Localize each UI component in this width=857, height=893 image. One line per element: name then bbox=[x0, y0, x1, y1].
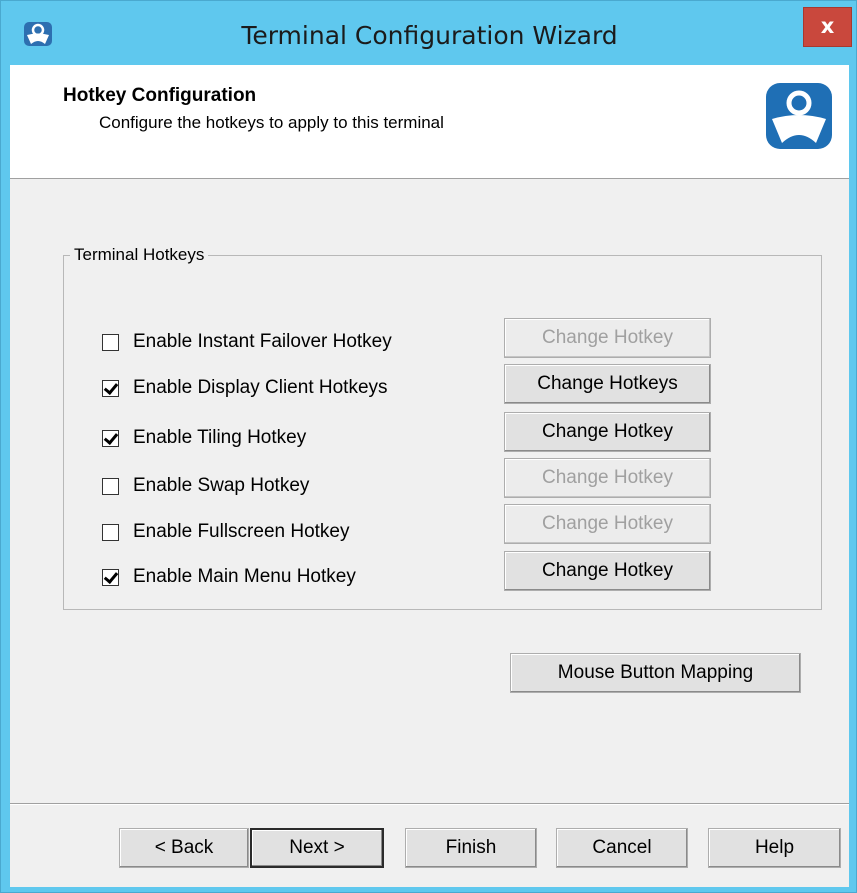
checkbox-label: Enable Fullscreen Hotkey bbox=[133, 521, 350, 542]
cancel-button[interactable]: Cancel bbox=[556, 828, 688, 868]
finish-button[interactable]: Finish bbox=[405, 828, 537, 868]
main-menu-checkbox[interactable] bbox=[102, 568, 119, 586]
fullscreen-checkbox[interactable] bbox=[102, 523, 119, 541]
change-display-client-hotkeys-button[interactable]: Change Hotkeys bbox=[504, 364, 711, 404]
checkbox-label: Enable Tiling Hotkey bbox=[133, 427, 307, 448]
page-title: Hotkey Configuration bbox=[63, 85, 257, 106]
wizard-window: Terminal Configuration Wizard x Hotkey C… bbox=[0, 0, 857, 893]
checkbox-label: Enable Main Menu Hotkey bbox=[133, 566, 356, 587]
display-client-checkbox-row[interactable]: Enable Display Client Hotkeys bbox=[102, 376, 388, 400]
help-button[interactable]: Help bbox=[708, 828, 841, 868]
window-title: Terminal Configuration Wizard bbox=[241, 21, 618, 50]
back-button[interactable]: < Back bbox=[119, 828, 249, 868]
tiling-checkbox[interactable] bbox=[102, 429, 119, 447]
checkbox-label: Enable Instant Failover Hotkey bbox=[133, 331, 392, 352]
footer-separator bbox=[10, 803, 849, 805]
close-button[interactable]: x bbox=[803, 7, 852, 47]
next-button[interactable]: Next > bbox=[250, 828, 384, 868]
swap-checkbox-row[interactable]: Enable Swap Hotkey bbox=[102, 474, 309, 498]
change-fullscreen-hotkey-button[interactable]: Change Hotkey bbox=[504, 504, 711, 544]
page-subtitle: Configure the hotkeys to apply to this t… bbox=[99, 113, 444, 132]
instant-failover-checkbox[interactable] bbox=[102, 333, 119, 351]
main-menu-checkbox-row[interactable]: Enable Main Menu Hotkey bbox=[102, 565, 356, 589]
fullscreen-checkbox-row[interactable]: Enable Fullscreen Hotkey bbox=[102, 520, 350, 544]
swap-checkbox[interactable] bbox=[102, 477, 119, 495]
change-swap-hotkey-button[interactable]: Change Hotkey bbox=[504, 458, 711, 498]
change-instant-failover-hotkey-button[interactable]: Change Hotkey bbox=[504, 318, 711, 358]
wizard-body: Hotkey Configuration Configure the hotke… bbox=[10, 65, 849, 887]
display-client-checkbox[interactable] bbox=[102, 379, 119, 397]
checkbox-label: Enable Swap Hotkey bbox=[133, 475, 310, 496]
thinmanager-logo-icon bbox=[764, 81, 834, 151]
title-bar[interactable]: Terminal Configuration Wizard x bbox=[1, 1, 857, 65]
change-tiling-hotkey-button[interactable]: Change Hotkey bbox=[504, 412, 711, 452]
tiling-checkbox-row[interactable]: Enable Tiling Hotkey bbox=[102, 426, 306, 450]
mouse-button-mapping-button[interactable]: Mouse Button Mapping bbox=[510, 653, 801, 693]
group-label: Terminal Hotkeys bbox=[70, 245, 209, 265]
wizard-header: Hotkey Configuration Configure the hotke… bbox=[10, 65, 849, 179]
instant-failover-checkbox-row[interactable]: Enable Instant Failover Hotkey bbox=[102, 330, 392, 354]
change-main-menu-hotkey-button[interactable]: Change Hotkey bbox=[504, 551, 711, 591]
checkbox-label: Enable Display Client Hotkeys bbox=[133, 377, 388, 398]
